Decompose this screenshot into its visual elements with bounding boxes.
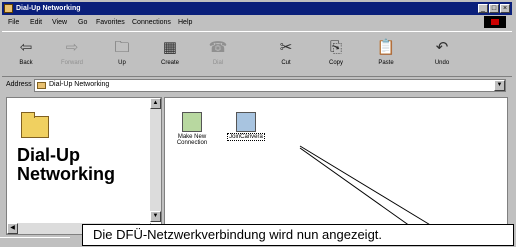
callout-box: Die DFÜ-Netzwerkverbindung wird nun ange… (82, 224, 514, 246)
callout-text: Die DFÜ-Netzwerkverbindung wird nun ange… (93, 227, 383, 242)
callout-pointer (299, 145, 433, 227)
